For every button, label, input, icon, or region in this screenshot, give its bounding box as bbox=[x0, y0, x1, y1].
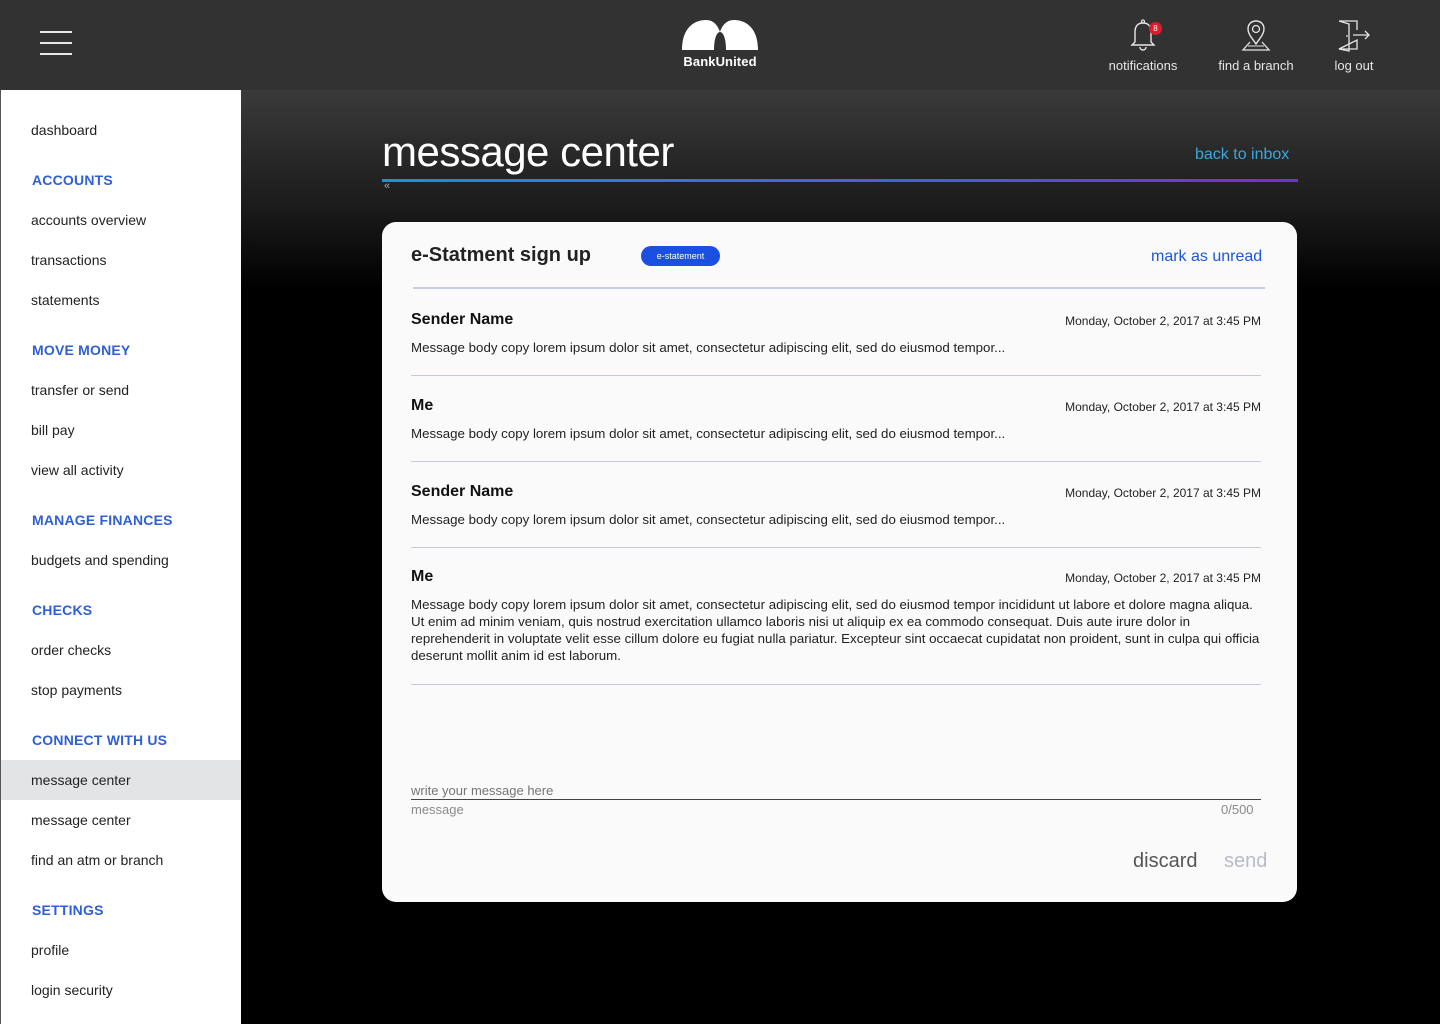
sidebar-item-message-center-active[interactable]: message center bbox=[1, 760, 241, 800]
chevron-left-icon[interactable]: « bbox=[384, 180, 390, 192]
sidebar-item-order-checks[interactable]: order checks bbox=[1, 630, 241, 670]
mark-as-unread-link[interactable]: mark as unread bbox=[1151, 248, 1262, 266]
sidebar-item-message-center[interactable]: message center bbox=[1, 800, 241, 840]
message-divider bbox=[411, 547, 1261, 548]
message-divider bbox=[411, 375, 1261, 376]
message-body: Message body copy lorem ipsum dolor sit … bbox=[411, 426, 1006, 441]
notifications-button[interactable]: 8 notifications bbox=[1100, 18, 1186, 73]
sidebar-heading-move-money: MOVE MONEY bbox=[32, 342, 131, 358]
message-date: Monday, October 2, 2017 at 3:45 PM bbox=[1065, 400, 1261, 414]
sidebar-item-transfer-or-send[interactable]: transfer or send bbox=[1, 370, 241, 410]
message-sender: Me bbox=[411, 568, 434, 585]
message-item[interactable]: Me Monday, October 2, 2017 at 3:45 PM Me… bbox=[411, 397, 1261, 457]
sidebar-heading-connect-with-us: CONNECT WITH US bbox=[32, 732, 168, 748]
title-gradient-divider bbox=[382, 179, 1298, 182]
message-body: Message body copy lorem ipsum dolor sit … bbox=[411, 340, 1006, 355]
header-divider bbox=[413, 287, 1265, 289]
sidebar-item-statements[interactable]: statements bbox=[1, 280, 241, 320]
compose-underline bbox=[411, 799, 1261, 800]
sidebar-item-budgets-and-spending[interactable]: budgets and spending bbox=[1, 540, 241, 580]
sidebar-heading-checks: CHECKS bbox=[32, 602, 93, 618]
page-title: message center bbox=[382, 128, 674, 175]
message-divider bbox=[411, 684, 1261, 685]
notification-count-badge: 8 bbox=[1149, 22, 1162, 35]
notifications-label: notifications bbox=[1108, 58, 1178, 73]
message-sender: Sender Name bbox=[411, 483, 514, 500]
message-body: Message body copy lorem ipsum dolor sit … bbox=[411, 512, 1006, 527]
sidebar-item-dashboard[interactable]: dashboard bbox=[1, 110, 241, 150]
message-date: Monday, October 2, 2017 at 3:45 PM bbox=[1065, 314, 1261, 328]
sidebar-item-transactions[interactable]: transactions bbox=[1, 240, 241, 280]
logout-label: log out bbox=[1334, 58, 1374, 73]
discard-button[interactable]: discard bbox=[1133, 850, 1197, 873]
message-date: Monday, October 2, 2017 at 3:45 PM bbox=[1065, 486, 1261, 500]
message-divider bbox=[411, 461, 1261, 462]
sidebar-item-login-security[interactable]: login security bbox=[1, 970, 241, 1010]
message-thread-card: e-Statment sign up e-statement mark as u… bbox=[382, 222, 1297, 902]
send-button[interactable]: send bbox=[1224, 850, 1267, 873]
message-item[interactable]: Sender Name Monday, October 2, 2017 at 3… bbox=[411, 311, 1261, 371]
sidebar-item-bill-pay[interactable]: bill pay bbox=[1, 410, 241, 450]
sidebar-item-stop-payments[interactable]: stop payments bbox=[1, 670, 241, 710]
message-sender: Me bbox=[411, 397, 434, 414]
map-pin-icon bbox=[1241, 20, 1271, 51]
sidebar-nav: dashboard ACCOUNTS accounts overview tra… bbox=[0, 90, 241, 1024]
logo-mark-icon bbox=[682, 20, 758, 50]
back-to-inbox-link[interactable]: back to inbox bbox=[1195, 146, 1289, 164]
sidebar-item-accounts-overview[interactable]: accounts overview bbox=[1, 200, 241, 240]
door-exit-icon bbox=[1338, 20, 1370, 52]
message-compose-input[interactable] bbox=[411, 780, 1261, 800]
top-header: BankUnited 8 notifications find a branch… bbox=[0, 0, 1440, 90]
bankunited-logo[interactable]: BankUnited bbox=[678, 18, 762, 74]
sidebar-heading-settings: SETTINGS bbox=[32, 902, 104, 918]
find-branch-button[interactable]: find a branch bbox=[1212, 18, 1300, 73]
thread-subject: e-Statment sign up bbox=[411, 244, 592, 266]
sidebar-heading-accounts: ACCOUNTS bbox=[32, 172, 113, 188]
message-item-expanded[interactable]: Me Monday, October 2, 2017 at 3:45 PM Me… bbox=[411, 568, 1261, 678]
compose-field-label: message bbox=[411, 802, 464, 817]
sidebar-item-view-all-activity[interactable]: view all activity bbox=[1, 450, 241, 490]
message-item[interactable]: Sender Name Monday, October 2, 2017 at 3… bbox=[411, 483, 1261, 543]
message-date: Monday, October 2, 2017 at 3:45 PM bbox=[1065, 571, 1261, 585]
brand-name: BankUnited bbox=[683, 54, 757, 69]
category-tag: e-statement bbox=[641, 246, 720, 266]
sidebar-heading-manage-finances: MANAGE FINANCES bbox=[32, 512, 173, 528]
character-counter: 0/500 bbox=[1221, 802, 1254, 817]
hamburger-menu-icon[interactable] bbox=[40, 31, 72, 55]
message-body: Message body copy lorem ipsum dolor sit … bbox=[411, 597, 1260, 663]
sidebar-item-profile[interactable]: profile bbox=[1, 930, 241, 970]
logout-button[interactable]: log out bbox=[1324, 18, 1384, 73]
message-sender: Sender Name bbox=[411, 311, 514, 328]
sidebar-item-find-atm-or-branch[interactable]: find an atm or branch bbox=[1, 840, 241, 880]
find-branch-label: find a branch bbox=[1218, 58, 1294, 73]
